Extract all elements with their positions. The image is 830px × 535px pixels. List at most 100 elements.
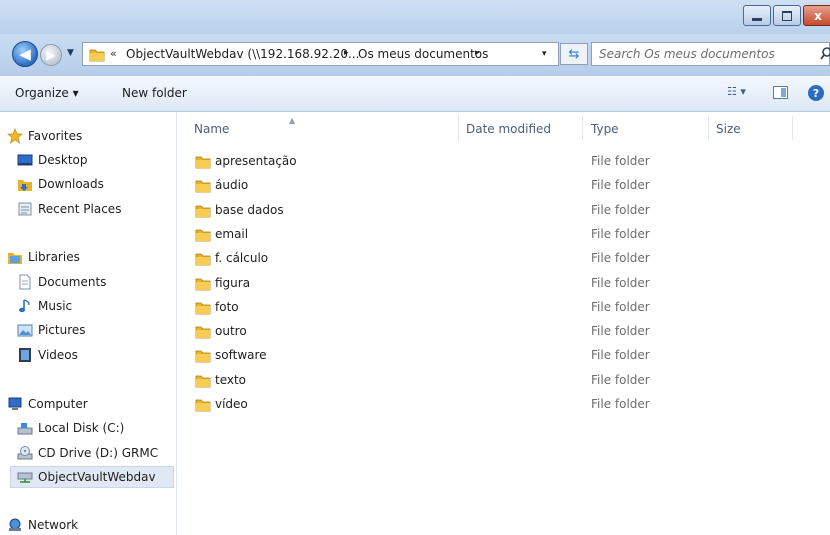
nav-label: Documents bbox=[38, 275, 107, 289]
folder-icon bbox=[195, 180, 211, 193]
new-folder-button[interactable]: New folder bbox=[122, 86, 187, 100]
file-row[interactable]: apresentação File folder bbox=[189, 151, 749, 173]
change-view-button[interactable]: ☷ ▾ bbox=[727, 85, 746, 98]
file-name: base dados bbox=[215, 203, 284, 217]
music-icon bbox=[19, 299, 30, 313]
organize-button[interactable]: Organize ▾ bbox=[15, 86, 79, 100]
nav-label: Recent Places bbox=[38, 202, 122, 216]
file-row[interactable]: áudio File folder bbox=[189, 175, 749, 197]
file-type: File folder bbox=[591, 276, 650, 290]
file-row[interactable]: email File folder bbox=[189, 224, 749, 246]
nav-label: Favorites bbox=[28, 129, 83, 143]
nav-computer[interactable]: Computer bbox=[7, 394, 88, 414]
command-bar: Organize ▾ New folder ☷ ▾ ? bbox=[0, 76, 830, 112]
nav-network[interactable]: Network bbox=[7, 515, 78, 535]
file-name: foto bbox=[215, 300, 239, 314]
file-row[interactable]: vídeo File folder bbox=[189, 394, 749, 416]
recent-pages-dropdown[interactable]: ▼ bbox=[67, 48, 74, 58]
preview-pane-button[interactable] bbox=[773, 86, 788, 99]
minimize-button[interactable] bbox=[743, 5, 771, 26]
file-type: File folder bbox=[591, 373, 650, 387]
breadcrumb-os-meus-documentos[interactable]: Os meus documentos bbox=[358, 47, 488, 61]
nav-item-pictures[interactable]: Pictures bbox=[17, 320, 86, 340]
file-row[interactable]: software File folder bbox=[189, 345, 749, 367]
file-type: File folder bbox=[591, 397, 650, 411]
refresh-button[interactable]: ⇆ bbox=[560, 43, 588, 65]
nav-label: CD Drive (D:) GRMC bbox=[38, 446, 159, 460]
nav-item-videos[interactable]: Videos bbox=[17, 345, 78, 365]
folder-icon bbox=[195, 253, 211, 266]
help-icon: ? bbox=[812, 86, 820, 100]
file-row[interactable]: outro File folder bbox=[189, 321, 749, 343]
column-divider[interactable] bbox=[708, 116, 709, 140]
file-name: vídeo bbox=[215, 397, 248, 411]
nav-item-objectvaultwebdav[interactable]: ObjectVaultWebdav bbox=[10, 466, 174, 488]
nav-favorites[interactable]: Favorites bbox=[7, 126, 82, 146]
sort-ascending-icon: ▲ bbox=[289, 116, 296, 125]
file-type: File folder bbox=[591, 348, 650, 362]
nav-label: Pictures bbox=[38, 323, 86, 337]
breadcrumb-separator[interactable]: ▸ bbox=[344, 48, 349, 58]
column-divider[interactable] bbox=[458, 116, 459, 140]
star-icon bbox=[7, 128, 23, 144]
file-type: File folder bbox=[591, 324, 650, 338]
close-icon: x bbox=[814, 8, 822, 23]
nav-item-desktop[interactable]: Desktop bbox=[17, 150, 88, 170]
file-row[interactable]: f. cálculo File folder bbox=[189, 248, 749, 270]
folder-icon bbox=[195, 278, 211, 291]
local-disk-icon bbox=[17, 423, 33, 435]
restore-button[interactable] bbox=[773, 5, 801, 26]
libraries-icon bbox=[8, 253, 22, 264]
nav-item-music[interactable]: Music bbox=[17, 296, 72, 316]
back-arrow-icon: ◀ bbox=[19, 45, 31, 63]
file-name: áudio bbox=[215, 178, 249, 192]
column-header-size[interactable]: Size bbox=[716, 122, 741, 136]
nav-libraries[interactable]: Libraries bbox=[7, 247, 80, 267]
recent-places-icon bbox=[18, 202, 32, 216]
breadcrumb-separator[interactable]: ▸ bbox=[475, 48, 480, 58]
navigation-pane: Favorites Desktop Downloads Recent Place… bbox=[0, 112, 177, 535]
folder-icon bbox=[195, 302, 211, 315]
column-divider[interactable] bbox=[582, 116, 583, 140]
help-button[interactable]: ? bbox=[808, 85, 824, 101]
downloads-icon bbox=[18, 180, 32, 191]
folder-icon bbox=[195, 375, 211, 388]
address-dropdown-icon[interactable]: ▾ bbox=[542, 49, 547, 59]
close-button[interactable]: x bbox=[803, 5, 830, 26]
search-placeholder: Search Os meus documentos bbox=[599, 47, 775, 61]
folder-icon bbox=[195, 399, 211, 412]
file-name: f. cálculo bbox=[215, 251, 269, 265]
address-overflow-chevron[interactable]: « bbox=[110, 47, 117, 60]
folder-icon bbox=[195, 326, 211, 339]
computer-icon bbox=[8, 397, 22, 410]
column-divider[interactable] bbox=[792, 116, 793, 140]
search-input[interactable]: Search Os meus documentos bbox=[591, 42, 830, 66]
nav-label: Videos bbox=[38, 348, 78, 362]
file-row[interactable]: foto File folder bbox=[189, 297, 749, 319]
nav-item-recent-places[interactable]: Recent Places bbox=[17, 199, 121, 219]
file-row[interactable]: texto File folder bbox=[189, 370, 749, 392]
file-type: File folder bbox=[591, 203, 650, 217]
nav-label: Libraries bbox=[28, 250, 80, 264]
folder-icon bbox=[195, 205, 211, 218]
nav-item-local-disk[interactable]: Local Disk (C:) bbox=[17, 418, 124, 438]
breadcrumb-objectvaultwebdav[interactable]: ObjectVaultWebdav (\\192.168.92.20... bbox=[126, 47, 359, 61]
nav-item-downloads[interactable]: Downloads bbox=[17, 174, 104, 194]
folder-icon bbox=[195, 156, 211, 169]
videos-icon bbox=[19, 348, 31, 362]
column-header-name[interactable]: Name bbox=[194, 122, 229, 136]
network-drive-icon bbox=[17, 472, 33, 483]
address-bar[interactable]: « ObjectVaultWebdav (\\192.168.92.20... … bbox=[82, 42, 559, 66]
search-icon[interactable] bbox=[820, 46, 830, 62]
nav-item-documents[interactable]: Documents bbox=[17, 272, 106, 292]
file-row[interactable]: base dados File folder bbox=[189, 200, 749, 222]
column-header-date-modified[interactable]: Date modified bbox=[466, 122, 551, 136]
folder-icon bbox=[89, 49, 105, 62]
back-button[interactable]: ◀ bbox=[12, 41, 38, 67]
forward-button[interactable]: ▶ bbox=[40, 44, 62, 66]
file-row[interactable]: figura File folder bbox=[189, 273, 749, 295]
column-header-type[interactable]: Type bbox=[591, 122, 619, 136]
file-type: File folder bbox=[591, 227, 650, 241]
nav-item-cd-drive[interactable]: CD Drive (D:) GRMC bbox=[17, 443, 158, 463]
file-type: File folder bbox=[591, 178, 650, 192]
